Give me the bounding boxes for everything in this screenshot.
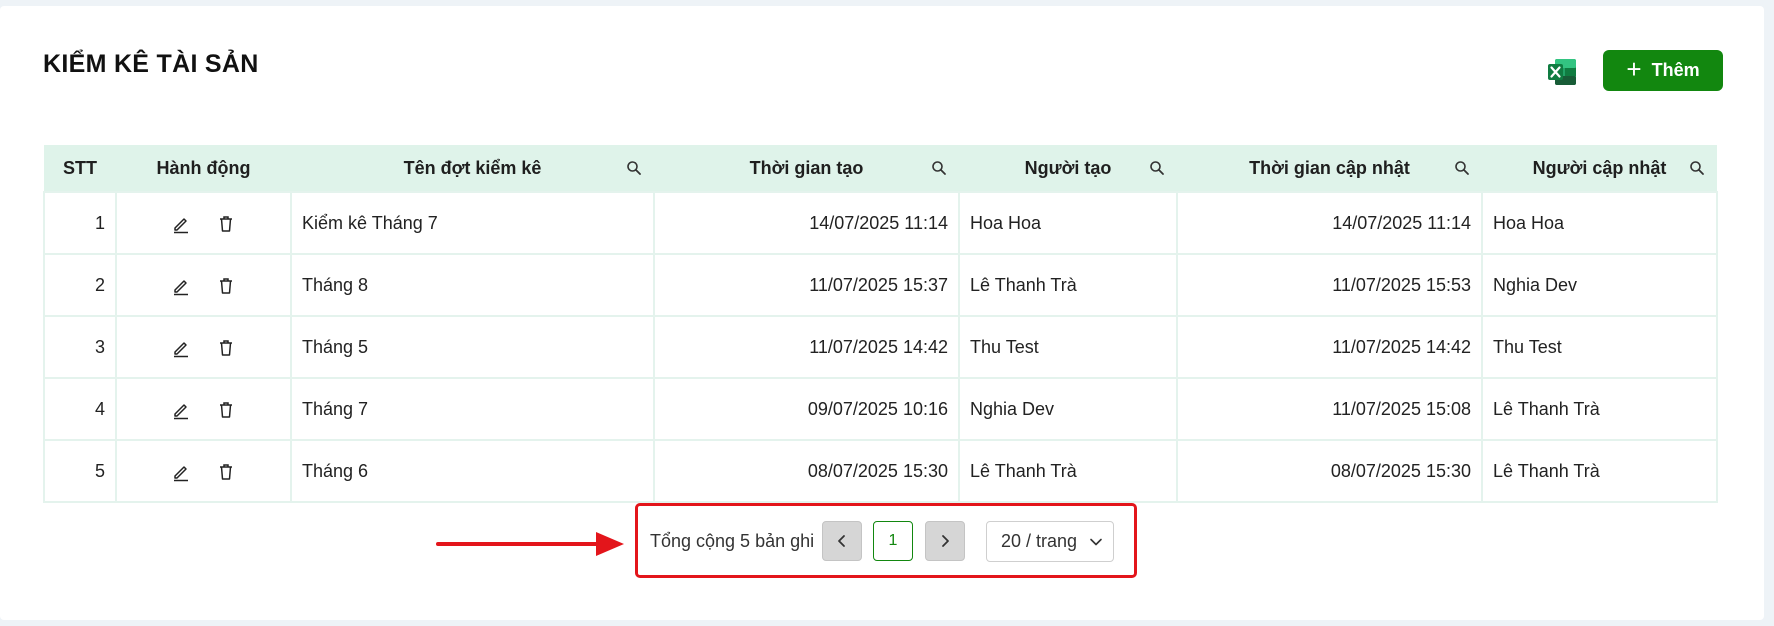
inventory-table: STT Hành động Tên đợt kiểm kê Thời gian … <box>43 145 1718 503</box>
cell-name: Tháng 5 <box>290 315 655 379</box>
cell-updated-at: 08/07/2025 15:30 <box>1176 439 1483 503</box>
column-header-updated-at-label: Thời gian cập nhật <box>1249 157 1410 178</box>
page-button-current[interactable]: 1 <box>873 521 913 561</box>
cell-actions <box>115 191 292 255</box>
next-page-button[interactable] <box>925 521 965 561</box>
cell-stt: 1 <box>43 191 117 255</box>
excel-icon <box>1548 59 1576 85</box>
cell-stt: 4 <box>43 377 117 441</box>
column-header-updated-at: Thời gian cập nhật <box>1177 145 1482 192</box>
cell-actions <box>115 253 292 317</box>
edit-icon[interactable] <box>171 338 191 358</box>
cell-updated-by: Nghia Dev <box>1481 253 1718 317</box>
column-header-created-at-label: Thời gian tạo <box>749 157 864 178</box>
edit-icon[interactable] <box>171 400 191 420</box>
cell-stt: 3 <box>43 315 117 379</box>
delete-icon[interactable] <box>216 276 236 296</box>
add-button[interactable]: + Thêm <box>1603 50 1723 91</box>
table-row: 4 Tháng 7 09/07/2025 10:16 Nghia Dev 11/… <box>43 377 1718 441</box>
cell-actions <box>115 439 292 503</box>
column-header-updated-by: Người cập nhật <box>1482 145 1717 192</box>
excel-export-button[interactable] <box>1546 57 1578 87</box>
cell-created-by: Lê Thanh Trà <box>958 253 1178 317</box>
delete-icon[interactable] <box>216 400 236 420</box>
cell-name: Tháng 6 <box>290 439 655 503</box>
plus-icon: + <box>1626 54 1642 84</box>
edit-icon[interactable] <box>171 276 191 296</box>
table-row: 3 Tháng 5 11/07/2025 14:42 Thu Test 11/0… <box>43 315 1718 379</box>
cell-name: Tháng 8 <box>290 253 655 317</box>
chevron-down-icon <box>1090 538 1102 545</box>
cell-created-by: Nghia Dev <box>958 377 1178 441</box>
cell-created-by: Thu Test <box>958 315 1178 379</box>
cell-created-at: 09/07/2025 10:16 <box>653 377 960 441</box>
page-title: KIỂM KÊ TÀI SẢN <box>43 50 259 78</box>
cell-actions <box>115 315 292 379</box>
column-header-name-label: Tên đợt kiểm kê <box>403 157 542 178</box>
prev-page-button[interactable] <box>822 521 862 561</box>
cell-updated-at: 11/07/2025 15:08 <box>1176 377 1483 441</box>
column-header-updated-by-label: Người cập nhật <box>1532 157 1667 178</box>
column-header-created-by-label: Người tạo <box>1024 157 1112 178</box>
column-header-actions: Hành động <box>156 157 251 178</box>
table-row: 5 Tháng 6 08/07/2025 15:30 Lê Thanh Trà … <box>43 439 1718 503</box>
cell-updated-at: 11/07/2025 15:53 <box>1176 253 1483 317</box>
cell-actions <box>115 377 292 441</box>
table-header-row: STT Hành động Tên đợt kiểm kê Thời gian … <box>44 145 1717 192</box>
search-icon[interactable] <box>626 160 642 176</box>
cell-created-at: 11/07/2025 15:37 <box>653 253 960 317</box>
cell-created-by: Lê Thanh Trà <box>958 439 1178 503</box>
cell-stt: 2 <box>43 253 117 317</box>
search-icon[interactable] <box>1689 160 1705 176</box>
cell-created-by: Hoa Hoa <box>958 191 1178 255</box>
edit-icon[interactable] <box>171 462 191 482</box>
edit-icon[interactable] <box>171 214 191 234</box>
column-header-created-by: Người tạo <box>959 145 1177 192</box>
column-header-created-at: Thời gian tạo <box>654 145 959 192</box>
table-row: 1 Kiểm kê Tháng 7 14/07/2025 11:14 Hoa H… <box>43 191 1718 255</box>
cell-created-at: 11/07/2025 14:42 <box>653 315 960 379</box>
cell-updated-by: Lê Thanh Trà <box>1481 377 1718 441</box>
total-records-text: Tổng cộng 5 bản ghi <box>650 531 815 551</box>
annotation-arrow <box>436 532 624 556</box>
cell-updated-at: 14/07/2025 11:14 <box>1176 191 1483 255</box>
cell-created-at: 14/07/2025 11:14 <box>653 191 960 255</box>
cell-updated-at: 11/07/2025 14:42 <box>1176 315 1483 379</box>
chevron-right-icon <box>942 535 949 547</box>
search-icon[interactable] <box>1454 160 1470 176</box>
cell-updated-by: Thu Test <box>1481 315 1718 379</box>
cell-updated-by: Lê Thanh Trà <box>1481 439 1718 503</box>
column-header-stt: STT <box>63 157 97 178</box>
cell-name: Tháng 7 <box>290 377 655 441</box>
table-row: 2 Tháng 8 11/07/2025 15:37 Lê Thanh Trà … <box>43 253 1718 317</box>
search-icon[interactable] <box>1149 160 1165 176</box>
search-icon[interactable] <box>931 160 947 176</box>
cell-stt: 5 <box>43 439 117 503</box>
cell-name: Kiểm kê Tháng 7 <box>290 191 655 255</box>
column-header-name: Tên đợt kiểm kê <box>291 145 654 192</box>
page-size-value: 20 / trang <box>1001 531 1078 551</box>
chevron-left-icon <box>838 535 845 547</box>
delete-icon[interactable] <box>216 338 236 358</box>
delete-icon[interactable] <box>216 214 236 234</box>
cell-created-at: 08/07/2025 15:30 <box>653 439 960 503</box>
delete-icon[interactable] <box>216 462 236 482</box>
add-button-label: Thêm <box>1651 60 1700 80</box>
page-size-select[interactable]: 20 / trang <box>986 521 1114 562</box>
cell-updated-by: Hoa Hoa <box>1481 191 1718 255</box>
